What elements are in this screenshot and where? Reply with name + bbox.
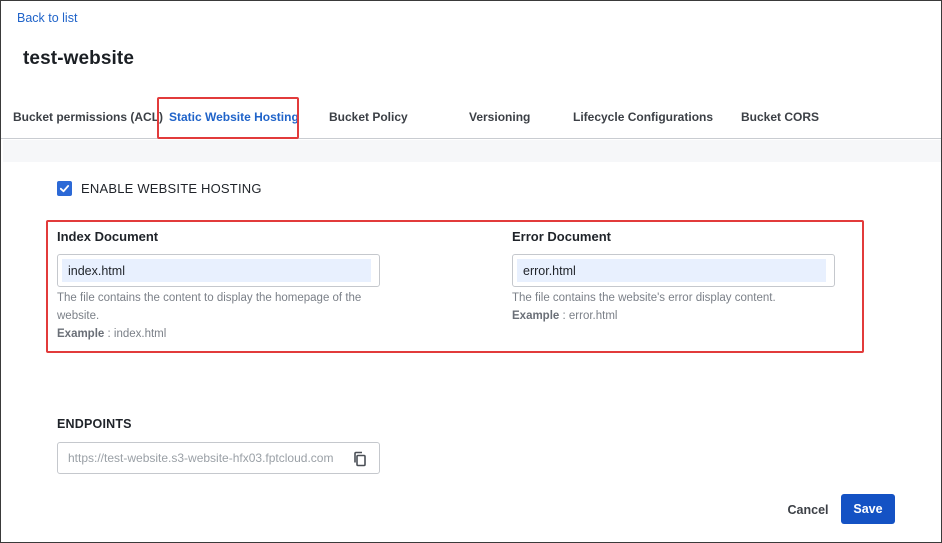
copy-icon[interactable] [352, 451, 368, 467]
error-document-title: Error Document [512, 229, 611, 244]
enable-hosting-label: ENABLE WEBSITE HOSTING [81, 181, 262, 196]
index-document-title: Index Document [57, 229, 159, 244]
index-document-example: Example : index.html [57, 325, 166, 343]
tab-bucket-cors[interactable]: Bucket CORS [741, 97, 819, 139]
save-button[interactable]: Save [841, 494, 895, 524]
error-document-field-wrap [512, 254, 835, 287]
error-document-hint: The file contains the website's error di… [512, 292, 776, 304]
index-example-value: : index.html [107, 328, 167, 340]
endpoints-title: ENDPOINTS [57, 417, 132, 431]
page-title: test-website [23, 48, 135, 69]
enable-hosting-row: ENABLE WEBSITE HOSTING [57, 181, 262, 196]
tab-bar: Bucket permissions (ACL) Static Website … [1, 97, 941, 139]
back-to-list-link[interactable]: Back to list [17, 11, 77, 25]
index-example-label: Example [57, 328, 105, 340]
index-document-field-wrap [57, 254, 380, 287]
tab-lifecycle-configurations[interactable]: Lifecycle Configurations [573, 97, 713, 139]
index-document-input[interactable] [62, 259, 371, 282]
tab-static-website-hosting[interactable]: Static Website Hosting [169, 97, 299, 139]
tab-bucket-policy[interactable]: Bucket Policy [329, 97, 408, 139]
check-icon [59, 185, 70, 193]
error-example-value: : error.html [562, 310, 618, 322]
endpoint-url[interactable]: https://test-website.s3-website-hfx03.fp… [68, 451, 343, 465]
app-frame: Back to list test-website Bucket permiss… [0, 0, 942, 543]
index-document-hint: The file contains the content to display… [57, 292, 362, 322]
tab-versioning[interactable]: Versioning [469, 97, 530, 139]
error-example-label: Example [512, 310, 560, 322]
error-document-input[interactable] [517, 259, 826, 282]
endpoint-field[interactable]: https://test-website.s3-website-hfx03.fp… [57, 442, 380, 474]
content-top-strip [3, 140, 941, 162]
error-document-example: Example : error.html [512, 307, 617, 325]
enable-hosting-checkbox[interactable] [57, 181, 72, 196]
cancel-button[interactable]: Cancel [779, 497, 837, 523]
tab-bucket-permissions[interactable]: Bucket permissions (ACL) [13, 97, 163, 139]
